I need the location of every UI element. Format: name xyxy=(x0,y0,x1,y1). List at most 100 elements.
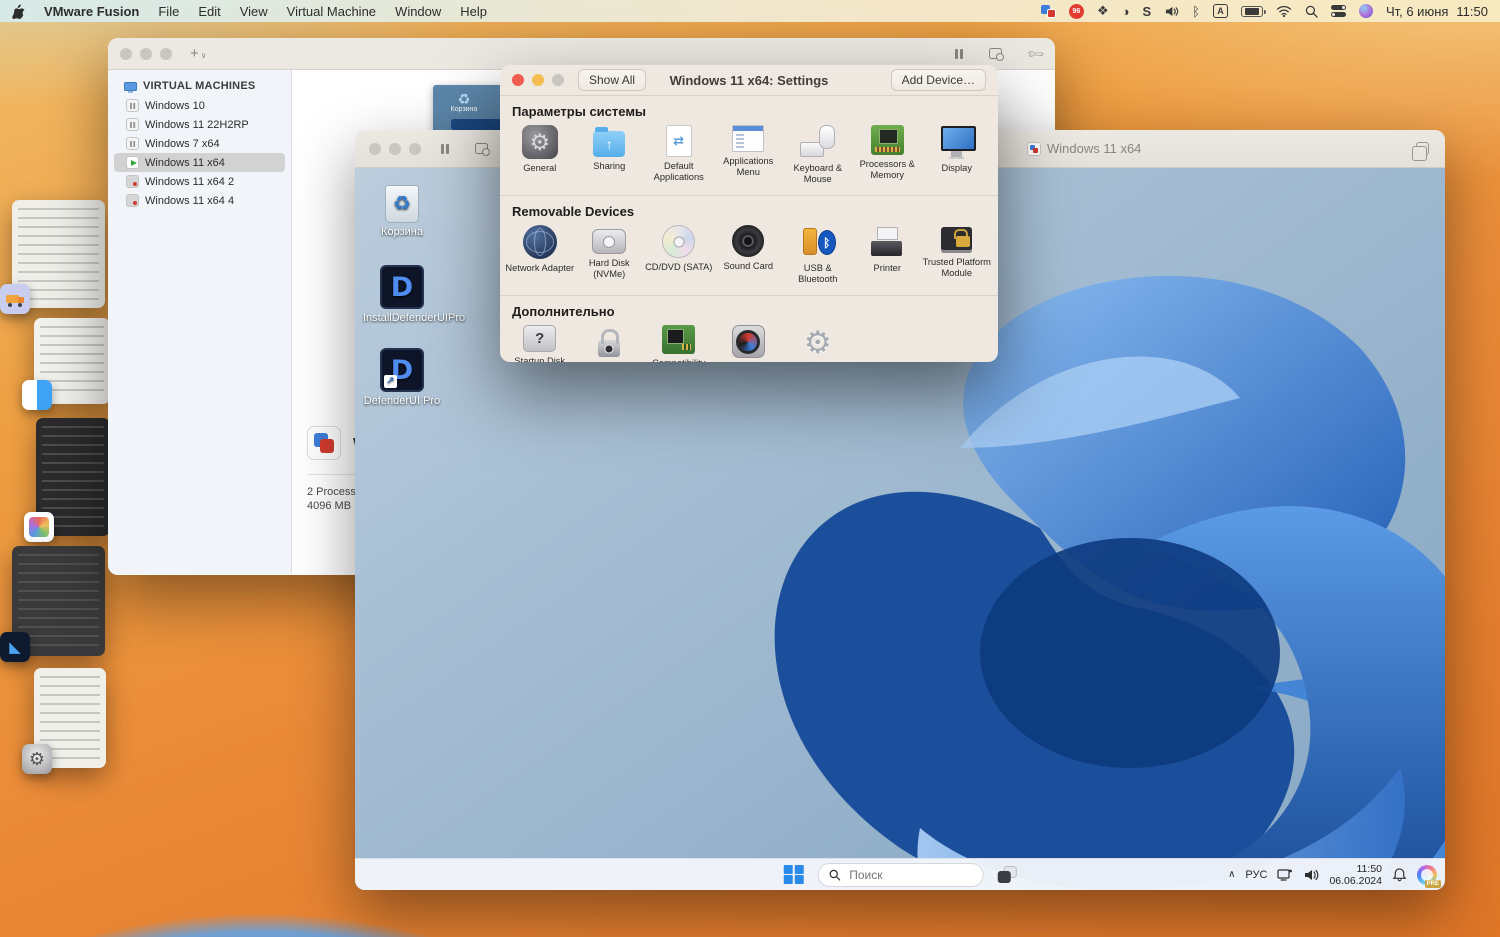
tray-overflow-chevron[interactable]: ∧ xyxy=(1228,869,1235,880)
settings-row-system: ⚙ General ↑ Sharing ⇄ Default Applicatio… xyxy=(500,121,998,191)
finder-icon xyxy=(22,380,52,410)
stage-thumbnail-system-settings[interactable]: ⚙ xyxy=(22,668,106,774)
notification-badge-icon[interactable]: 96 xyxy=(1068,3,1084,19)
task-view-button[interactable] xyxy=(997,866,1017,883)
stage-thumbnail-editor[interactable] xyxy=(0,200,105,314)
stage-thumbnail-dark-app[interactable] xyxy=(24,418,110,542)
app-status-icon[interactable]: ❖ xyxy=(1097,3,1109,19)
wifi-icon[interactable] xyxy=(1276,3,1292,19)
settings-item-printer[interactable]: Printer xyxy=(853,223,923,285)
taskbar-clock[interactable]: 11:50 06.06.2024 xyxy=(1329,863,1382,887)
taskbar-search[interactable] xyxy=(817,862,984,887)
spotlight-icon[interactable] xyxy=(1305,3,1318,19)
settings-item-general[interactable]: ⚙ General xyxy=(505,123,575,185)
stage-thumbnail-finder[interactable] xyxy=(22,318,110,410)
sidebar-item-windows-11-x64[interactable]: Windows 11 x64 xyxy=(114,153,285,172)
vmware-status-icon[interactable] xyxy=(1040,4,1056,18)
battery-icon[interactable] xyxy=(1240,5,1266,17)
settings-item-advanced[interactable]: ⚙ Advanced xyxy=(783,323,853,362)
start-button[interactable] xyxy=(783,864,804,885)
search-input[interactable] xyxy=(847,866,958,883)
close-button[interactable] xyxy=(512,74,524,86)
settings-item-processors-memory[interactable]: Processors & Memory xyxy=(853,123,923,185)
minimize-button[interactable] xyxy=(140,47,152,60)
desktop-icon-install-defenderui[interactable]: D InstallDefenderUIPro xyxy=(363,265,465,325)
settings-item-cd-dvd[interactable]: CD/DVD (SATA) xyxy=(644,223,714,285)
sidebar-item-windows-11-22h2rp[interactable]: Windows 11 22H2RP xyxy=(114,115,285,134)
minimize-button[interactable] xyxy=(532,74,544,86)
usb-bluetooth-icon: ᛒ xyxy=(800,225,836,259)
settings-item-default-applications[interactable]: ⇄ Default Applications xyxy=(644,123,714,185)
sidebar-item-windows-11-x64-2[interactable]: Windows 11 x64 2 xyxy=(114,172,285,191)
sidebar-item-windows-11-x64-4[interactable]: Windows 11 x64 4 xyxy=(114,191,285,210)
isolation-icon xyxy=(731,325,765,358)
zoom-button[interactable] xyxy=(409,142,421,155)
settings-wrench-button[interactable]: 🔧︎ xyxy=(1025,43,1046,64)
minimize-button[interactable] xyxy=(389,142,401,155)
settings-item-startup-disk[interactable]: ? Startup Disk xyxy=(505,323,575,362)
siri-icon[interactable] xyxy=(1358,4,1373,18)
volume-icon[interactable] xyxy=(1164,3,1179,19)
pause-vm-button[interactable] xyxy=(955,48,963,59)
settings-item-sound-card[interactable]: Sound Card xyxy=(714,223,784,285)
notification-bell-icon[interactable] xyxy=(1392,867,1407,882)
settings-item-compatibility[interactable]: Compatibility xyxy=(644,323,714,362)
settings-item-network-adapter[interactable]: Network Adapter xyxy=(505,223,575,285)
settings-item-tpm[interactable]: Trusted Platform Module xyxy=(922,223,992,285)
display-contrast-icon[interactable]: ◑ xyxy=(1122,3,1130,19)
bluetooth-icon[interactable]: ᛒ xyxy=(1192,3,1200,19)
affinity-icon: ◣ xyxy=(0,632,30,662)
keyboard-layout-icon[interactable]: A xyxy=(1212,4,1228,18)
snapshot-button[interactable] xyxy=(988,48,1004,61)
menu-window[interactable]: Window xyxy=(395,4,441,19)
settings-item-encryption[interactable]: Encryption xyxy=(575,323,645,362)
shazam-icon[interactable]: S xyxy=(1142,3,1151,19)
control-center-icon[interactable] xyxy=(1330,3,1346,19)
vm-off-icon xyxy=(126,175,139,188)
apple-menu[interactable] xyxy=(12,3,25,19)
desktop-icon-recycle-bin[interactable]: ♻ Корзина xyxy=(363,185,441,239)
menu-app-name[interactable]: VMware Fusion xyxy=(44,4,139,19)
close-button[interactable] xyxy=(120,47,132,60)
default-applications-icon: ⇄ xyxy=(665,125,692,157)
search-icon xyxy=(829,869,840,881)
show-all-button[interactable]: Show All xyxy=(578,69,647,91)
menu-help[interactable]: Help xyxy=(460,4,487,19)
language-indicator[interactable]: РУС xyxy=(1245,869,1267,881)
settings-item-usb-bluetooth[interactable]: ᛒ USB & Bluetooth xyxy=(783,223,853,285)
add-vm-button[interactable]: + ∨ xyxy=(190,45,207,62)
vm-suspended-icon xyxy=(126,118,139,131)
close-button[interactable] xyxy=(369,142,381,155)
sidebar-item-windows-10[interactable]: Windows 10 xyxy=(114,96,285,115)
copilot-button[interactable]: PRE xyxy=(1417,864,1441,888)
hard-disk-icon xyxy=(592,229,627,254)
stage-thumbnail-affinity[interactable]: ◣ xyxy=(0,546,105,662)
settings-item-hard-disk[interactable]: Hard Disk (NVMe) xyxy=(575,223,645,285)
settings-item-display[interactable]: Display xyxy=(922,123,992,185)
snapshot-button[interactable] xyxy=(474,143,490,156)
add-device-button[interactable]: Add Device… xyxy=(890,69,986,91)
menu-edit[interactable]: Edit xyxy=(198,4,220,19)
zoom-button[interactable] xyxy=(552,74,564,86)
settings-item-sharing[interactable]: ↑ Sharing xyxy=(575,123,645,185)
keyboard-mouse-icon xyxy=(799,125,836,159)
printer-icon xyxy=(869,225,905,259)
menu-file[interactable]: File xyxy=(158,4,179,19)
library-sidebar: VIRTUAL MACHINES Windows 10 Windows 11 2… xyxy=(108,70,292,574)
settings-item-isolation[interactable]: Isolation xyxy=(714,323,784,362)
settings-dialog: Windows 11 x64: Settings Show All Add De… xyxy=(500,65,998,362)
settings-item-applications-menu[interactable]: Applications Menu xyxy=(714,123,784,185)
vm-off-icon xyxy=(126,194,139,207)
fullscreen-toggle-icon[interactable] xyxy=(1412,142,1429,161)
menu-virtual-machine[interactable]: Virtual Machine xyxy=(287,4,376,19)
zoom-button[interactable] xyxy=(160,47,172,60)
menu-bar-clock[interactable]: Чт, 6 июня 11:50 xyxy=(1386,4,1488,19)
volume-icon[interactable] xyxy=(1303,868,1319,882)
desktop-icon-defenderui-pro[interactable]: D ↗ DefenderUI Pro xyxy=(363,348,441,408)
settings-item-keyboard-mouse[interactable]: Keyboard & Mouse xyxy=(783,123,853,185)
network-icon[interactable] xyxy=(1277,868,1293,882)
pause-vm-button[interactable] xyxy=(441,143,449,154)
sharing-icon: ↑ xyxy=(593,127,626,157)
menu-view[interactable]: View xyxy=(240,4,268,19)
sidebar-item-windows-7-x64[interactable]: Windows 7 x64 xyxy=(114,134,285,153)
